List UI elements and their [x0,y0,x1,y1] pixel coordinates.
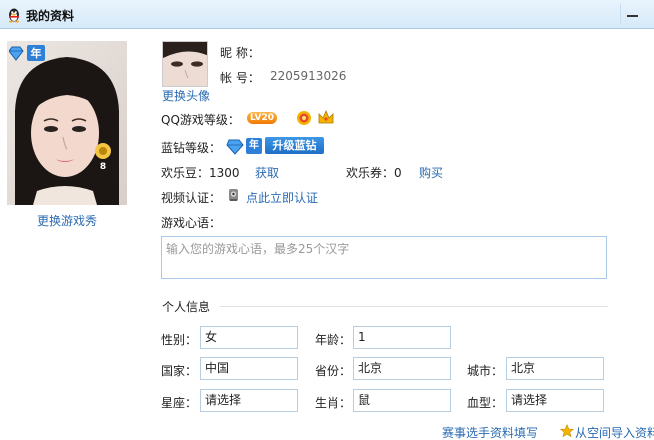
get-beans-link[interactable]: 获取 [255,164,279,181]
account-label: 帐 号： [220,71,260,85]
title-bar: 我的资料 [0,0,654,29]
city-field[interactable]: 北京 [506,357,604,380]
level-badge: LV20 [247,112,277,124]
qq-level-label: QQ游戏等级： [161,113,240,127]
contest-info-link[interactable]: 赛事选手资料填写 [442,424,538,440]
year-badge-text: 年 [31,46,42,60]
country-label: 国家： [161,364,198,378]
gender-field[interactable]: 女 [200,326,298,349]
star-icon [560,424,574,438]
account-value: 2205913026 [270,69,347,83]
minimize-button[interactable] [620,4,644,24]
country-field[interactable]: 中国 [200,357,298,380]
nickname-label: 昵 称： [220,46,260,60]
motto-label: 游戏心语： [161,216,222,230]
beans-label: 欢乐豆：1300 [161,166,240,180]
blue-year-badge: 年 [246,138,262,154]
section-divider [220,306,608,307]
blue-diamond-icon: 年 [9,45,45,61]
avatar[interactable] [162,41,208,87]
upgrade-blue-diamond-button[interactable]: 升级蓝钻 [265,137,324,154]
shengxiao-label: 生肖： [315,396,352,410]
blue-diamond-icon [226,139,244,155]
personal-info-title: 个人信息 [162,300,211,314]
sun-crown-icon [297,111,311,125]
change-avatar-link[interactable]: 更换头像 [162,87,210,104]
city-label: 城市： [467,364,504,378]
svg-text:8: 8 [100,162,106,172]
video-verify-label: 视频认证： [161,191,222,205]
blood-type-label: 血型： [467,396,504,410]
zodiac-field[interactable]: 请选择 [200,389,298,412]
age-field[interactable]: 1 [353,326,451,349]
crown-icon [318,109,334,124]
shengxiao-field[interactable]: 鼠 [353,389,451,412]
change-game-show-link[interactable]: 更换游戏秀 [7,212,127,229]
motto-input[interactable]: 输入您的游戏心语，最多25个汉字 [161,236,607,279]
gender-label: 性别： [161,333,198,347]
import-from-qzone-link[interactable]: 从空间导入资料 [575,424,654,440]
tickets-label: 欢乐券：0 [346,166,402,180]
age-label: 年龄： [315,333,352,347]
game-show-image: 8 年 [7,41,127,205]
zodiac-label: 星座： [161,396,198,410]
province-field[interactable]: 北京 [353,357,451,380]
blue-diamond-label: 蓝钻等级： [161,141,222,155]
qq-penguin-icon [9,8,19,23]
buy-tickets-link[interactable]: 购买 [419,164,443,181]
video-verify-link[interactable]: 点此立即认证 [246,189,318,206]
window-title: 我的资料 [26,9,75,23]
blood-type-field[interactable]: 请选择 [506,389,604,412]
camera-icon [229,189,238,201]
province-label: 省份： [315,364,352,378]
vip-year-badge: 年 [9,43,49,63]
